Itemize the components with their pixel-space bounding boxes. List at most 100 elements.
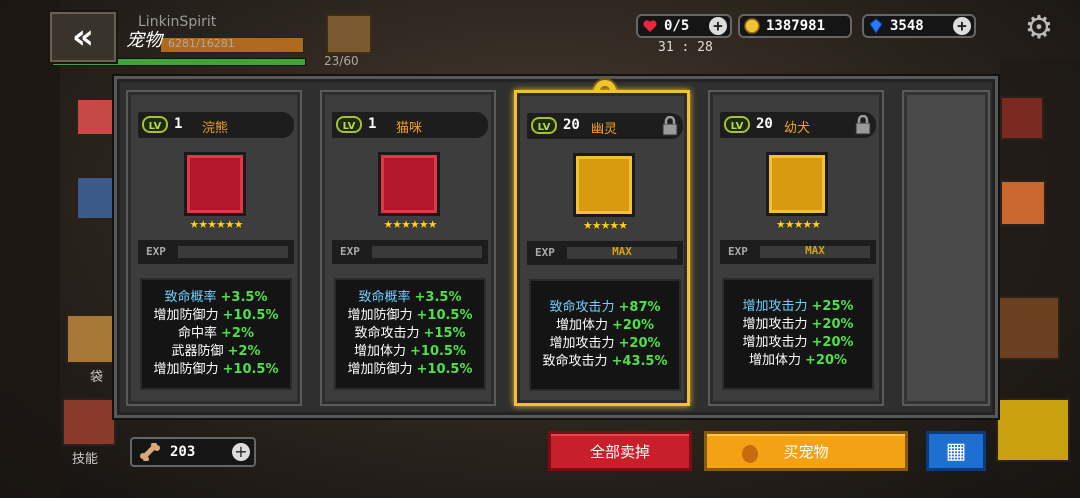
buy-pet-button[interactable]: 买宠物 [704, 431, 908, 471]
stat-value: +43.5% [611, 354, 668, 369]
stat-label: 致命攻击力 [542, 354, 608, 369]
background-tree [0, 0, 60, 498]
stat-label: 增加防御力 [347, 308, 413, 323]
pet-stats: 致命攻击力 +87% 增加体力 +20% 增加攻击力 +20% 致命攻击力 +43.5% [529, 279, 681, 391]
stat-line: 增加防御力 +10.5% [153, 307, 278, 325]
stat-label: 增加攻击力 [549, 336, 615, 351]
level-badge: LV [724, 116, 750, 133]
pet-name: 幽灵 [591, 122, 618, 137]
stat-label: 致命概率 [358, 290, 411, 305]
pet-stats: 致命概率 +3.5% 增加防御力 +10.5% 致命攻击力 +15% 增加体力 +10.5% 增… [334, 278, 486, 390]
exp-row: EXP MAX [720, 240, 876, 264]
stat-value: +3.5% [414, 290, 462, 305]
level-badge: LV [142, 116, 168, 133]
gem-icon [869, 18, 883, 34]
stat-line: 增加攻击力 +25% [742, 298, 853, 316]
pet-card[interactable]: LV 20 幼犬 ★★★★★ EXP MAX 增加攻击力 +25% 增加攻击力 +20% 增加攻击力… [708, 90, 884, 406]
stat-value: +10.5% [410, 344, 466, 359]
gems-plus-icon[interactable]: + [953, 17, 971, 35]
stat-value: +2% [221, 326, 254, 341]
grid-view-button[interactable]: ▦ [926, 431, 986, 471]
stat-line: 增加防御力 +10.5% [347, 361, 472, 379]
star-rating: ★★★★★★ [189, 218, 243, 231]
pet-level: 20 [563, 117, 580, 133]
pet-name: 浣熊 [202, 121, 229, 136]
inventory-chest-icon[interactable] [326, 14, 372, 54]
pet-name: 幼犬 [784, 121, 811, 136]
stat-value: +20% [618, 336, 661, 351]
stat-line: 致命攻击力 +43.5% [542, 353, 667, 371]
stat-line: 命中率 +2% [178, 325, 254, 343]
stat-value: +10.5% [222, 308, 279, 323]
stat-label: 增加防御力 [153, 362, 219, 377]
pet-stats: 增加攻击力 +25% 增加攻击力 +20% 增加攻击力 +20% 增加体力 +20% [722, 278, 874, 390]
exp-bar [178, 246, 288, 258]
stat-line: 致命概率 +3.5% [165, 289, 268, 307]
gems-value: 3548 [890, 18, 924, 34]
inventory-count: 23/60 [324, 54, 359, 68]
lock-icon[interactable] [854, 115, 872, 135]
buy-pet-label: 买宠物 [783, 442, 829, 461]
exp-bar [372, 246, 482, 258]
pet-name: 猫咪 [396, 121, 423, 136]
pet-portrait [184, 152, 246, 216]
stat-line: 武器防御 +2% [172, 343, 261, 361]
pet-level: 1 [174, 116, 183, 132]
shop-sign [996, 296, 1060, 360]
stat-line: 增加防御力 +10.5% [347, 307, 472, 325]
bone-count: 203 [170, 444, 196, 460]
back-button[interactable]: « [50, 12, 116, 62]
bone-plus-icon[interactable]: + [232, 443, 250, 461]
gold-counter: 1387981 [738, 14, 852, 38]
pet-portrait [573, 153, 635, 217]
gold-value: 1387981 [766, 18, 826, 34]
stat-label: 武器防御 [171, 344, 224, 359]
stat-label: 增加体力 [748, 353, 801, 368]
pet-level: 20 [756, 116, 773, 132]
stat-value: +20% [805, 353, 848, 368]
stat-label: 增加体力 [353, 344, 406, 359]
pet-card-header: LV 20 幼犬 [720, 112, 876, 138]
stat-line: 增加攻击力 +20% [742, 316, 853, 334]
star-rating: ★★★★★ [775, 218, 821, 231]
exp-row: EXP [138, 240, 294, 264]
hearts-counter: 0/5 + [636, 14, 732, 38]
skill-icon[interactable] [62, 398, 116, 446]
exp-label: EXP [535, 246, 555, 259]
pet-card[interactable]: LV 1 浣熊 ★★★★★★ EXP 致命概率 +3.5% 增加防御力 +10.5% 命中率 +2%… [126, 90, 302, 406]
stat-value: +10.5% [222, 362, 279, 377]
stat-label: 致命概率 [164, 290, 217, 305]
pet-card-header: LV 1 猫咪 [332, 112, 488, 138]
stat-label: 增加攻击力 [742, 317, 808, 332]
gear-icon[interactable]: ⚙ [1022, 10, 1056, 44]
pet-card[interactable]: LV 1 猫咪 ★★★★★★ EXP 致命概率 +3.5% 增加防御力 +10.5% 致命攻击力 +… [320, 90, 496, 406]
sell-all-button[interactable]: 全部卖掉 [548, 431, 692, 471]
stat-value: +10.5% [416, 308, 473, 323]
stat-label: 增加体力 [555, 318, 608, 333]
stat-label: 致命攻击力 [354, 326, 420, 341]
page-title: 宠物 [126, 30, 162, 51]
stat-label: 增加攻击力 [742, 335, 808, 350]
calendar-icon[interactable] [76, 98, 114, 136]
stat-label: 命中率 [178, 326, 218, 341]
stat-label: 致命攻击力 [549, 300, 615, 315]
lock-icon[interactable] [661, 116, 679, 136]
trophy-icon[interactable] [76, 176, 114, 220]
side-decor-right [1000, 96, 1044, 140]
timer: 31 : 28 [658, 40, 713, 55]
side-decor-right [996, 398, 1070, 462]
stat-value: +20% [811, 317, 854, 332]
pet-portrait [766, 152, 828, 216]
level-badge: LV [336, 116, 362, 133]
empty-pet-slot[interactable] [902, 90, 990, 406]
pet-level: 1 [368, 116, 377, 132]
pet-card[interactable]: LV 20 幽灵 ★★★★★ EXP MAX 致命攻击力 +87% 增加体力 +20% 增加攻击力 +… [514, 90, 690, 406]
hearts-plus-icon[interactable]: + [709, 17, 727, 35]
exp-label: EXP [146, 245, 166, 258]
exp-label: EXP [728, 245, 748, 258]
pet-card-header: LV 20 幽灵 [527, 113, 683, 139]
bag-icon[interactable] [66, 314, 118, 364]
level-badge: LV [531, 117, 557, 134]
stat-value: +15% [423, 326, 466, 341]
stat-line: 增加体力 +20% [556, 317, 654, 335]
